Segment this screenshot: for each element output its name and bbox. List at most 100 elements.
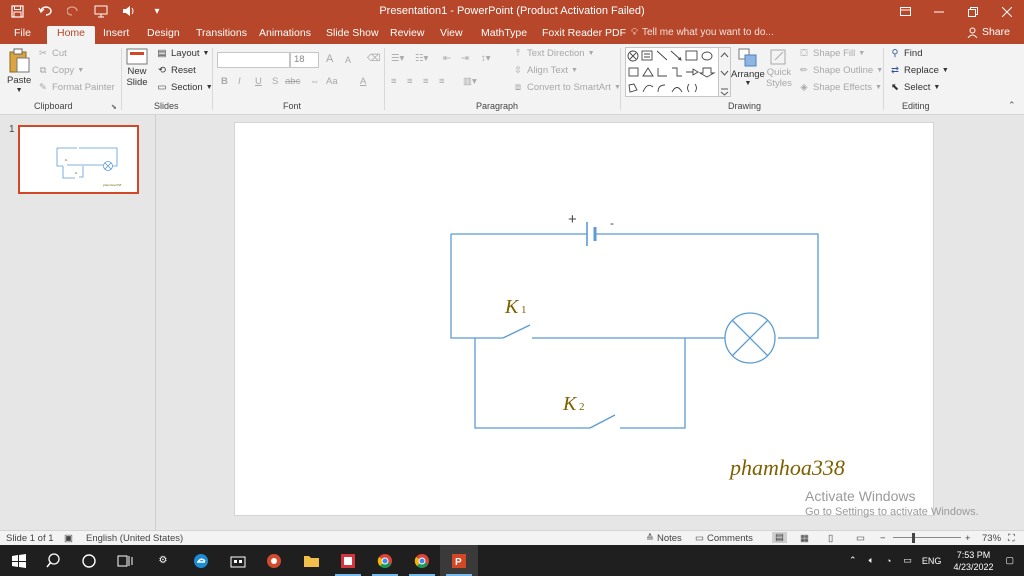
battery-icon[interactable]: ▭ bbox=[903, 555, 912, 566]
section-button[interactable]: ▭ Section ▼ bbox=[156, 82, 213, 93]
find-button[interactable]: ⚲ Find bbox=[889, 48, 923, 59]
app-icon[interactable] bbox=[255, 545, 293, 576]
zoom-in-icon[interactable]: + bbox=[965, 533, 971, 544]
strikethrough-button[interactable]: abc bbox=[285, 76, 300, 87]
new-slide-button[interactable]: New Slide bbox=[126, 48, 148, 88]
zoom-level[interactable]: 73% bbox=[982, 533, 1001, 544]
tab-review[interactable]: Review bbox=[390, 26, 424, 44]
clock[interactable]: 7:53 PM 4/23/2022 bbox=[953, 549, 993, 573]
network-icon[interactable]: ◔ bbox=[886, 556, 891, 566]
file-explorer-icon[interactable] bbox=[292, 545, 330, 576]
slideshow-view-icon[interactable]: ▭ bbox=[856, 533, 865, 544]
tab-home[interactable]: Home bbox=[47, 26, 96, 44]
cut-button[interactable]: ✂ Cut bbox=[37, 48, 67, 59]
justify-icon[interactable]: ≡ bbox=[439, 76, 445, 87]
increase-indent-icon[interactable]: ⇥ bbox=[461, 53, 469, 64]
tab-design[interactable]: Design bbox=[147, 26, 180, 44]
tab-animations[interactable]: Animations bbox=[259, 26, 311, 44]
arrange-label: Arrange bbox=[731, 69, 765, 80]
cortana-icon[interactable] bbox=[70, 545, 108, 576]
tab-insert[interactable]: Insert bbox=[103, 26, 129, 44]
input-language[interactable]: ENG bbox=[922, 556, 942, 566]
dialog-launcher-icon[interactable]: ⬊ bbox=[111, 103, 117, 111]
settings-icon[interactable]: ⚙ bbox=[144, 545, 182, 576]
copy-button[interactable]: ⧉ Copy ▼ bbox=[37, 65, 85, 76]
font-size-box[interactable]: 18 bbox=[290, 52, 319, 68]
share-button[interactable]: Share bbox=[967, 26, 1010, 38]
change-case-button[interactable]: Aa bbox=[326, 76, 338, 87]
align-left-icon[interactable]: ≡ bbox=[391, 76, 397, 87]
numbering-icon[interactable]: ☷▾ bbox=[415, 53, 428, 64]
start-icon[interactable] bbox=[0, 545, 38, 576]
zoom-slider-thumb[interactable] bbox=[912, 533, 915, 543]
italic-button[interactable]: I bbox=[238, 76, 241, 87]
fit-slide-icon[interactable]: ⛶ bbox=[1008, 533, 1015, 544]
shapes-gallery[interactable] bbox=[625, 47, 731, 97]
restore-icon[interactable] bbox=[956, 0, 990, 23]
tell-me-box[interactable]: 💡︎ Tell me what you want to do... bbox=[631, 27, 774, 38]
notification-icon[interactable]: ▢ bbox=[1005, 555, 1014, 566]
shape-effects-button[interactable]: ◈ Shape Effects ▼ bbox=[798, 82, 882, 93]
search-icon[interactable] bbox=[34, 545, 72, 576]
notes-button[interactable]: ≙ Notes bbox=[646, 533, 682, 544]
volume-icon[interactable]: 🔈︎ bbox=[869, 555, 874, 566]
select-button[interactable]: ⬉ Select ▼ bbox=[889, 82, 940, 93]
grow-font-button[interactable]: A bbox=[326, 53, 333, 65]
slide-sorter-icon[interactable]: ▦ bbox=[800, 533, 809, 544]
convert-to-smartart-button[interactable]: ⧈ Convert to SmartArt ▼ bbox=[512, 82, 621, 93]
arrange-button[interactable]: Arrange ▼ bbox=[731, 47, 765, 87]
format-painter-button[interactable]: ✎ Format Painter bbox=[37, 82, 115, 93]
collapse-ribbon-icon[interactable]: ⌃ bbox=[1008, 100, 1016, 111]
tab-view[interactable]: View bbox=[440, 26, 463, 44]
paste-button[interactable]: Paste ▼ bbox=[7, 48, 31, 94]
underline-button[interactable]: U bbox=[255, 76, 262, 87]
zoom-slider[interactable] bbox=[893, 537, 961, 538]
show-hidden-icons-icon[interactable]: ⌃ bbox=[849, 555, 857, 566]
media-app-icon[interactable] bbox=[329, 545, 367, 576]
minimize-icon[interactable] bbox=[922, 0, 956, 23]
slide[interactable]: + - K 1 K 2 phamhoa338 bbox=[234, 122, 934, 516]
bold-button[interactable]: B bbox=[221, 76, 228, 87]
slide-thumbnail[interactable]: K K phamhoa338 bbox=[18, 125, 139, 194]
tab-slide-show[interactable]: Slide Show bbox=[326, 26, 379, 44]
spell-check-icon[interactable]: ▣ bbox=[64, 533, 73, 544]
font-color-button[interactable]: A bbox=[360, 76, 366, 87]
quick-styles-button[interactable]: Quick Styles bbox=[766, 47, 792, 89]
shrink-font-button[interactable]: A bbox=[345, 55, 351, 65]
tab-transitions[interactable]: Transitions bbox=[196, 26, 247, 44]
chrome-icon[interactable] bbox=[366, 545, 404, 576]
shape-outline-button[interactable]: ✏ Shape Outline ▼ bbox=[798, 65, 883, 76]
columns-icon[interactable]: ▥▾ bbox=[463, 76, 477, 87]
store-icon[interactable] bbox=[219, 545, 257, 576]
align-text-button[interactable]: ⇳ Align Text ▼ bbox=[512, 65, 578, 76]
decrease-indent-icon[interactable]: ⇤ bbox=[443, 53, 451, 64]
bullets-icon[interactable]: ☰▾ bbox=[391, 53, 404, 64]
text-shadow-button[interactable]: S bbox=[272, 76, 278, 87]
font-name-box[interactable] bbox=[217, 52, 290, 68]
tab-foxit-reader-pdf[interactable]: Foxit Reader PDF bbox=[542, 26, 626, 44]
replace-button[interactable]: ⇄ Replace ▼ bbox=[889, 65, 949, 76]
language-status[interactable]: English (United States) bbox=[86, 533, 183, 544]
comments-button[interactable]: ▭ Comments bbox=[695, 533, 753, 544]
paintbrush-icon: ✎ bbox=[39, 82, 47, 93]
clear-formatting-icon[interactable]: ⌫ bbox=[367, 53, 380, 64]
text-direction-button[interactable]: ⤒ Text Direction ▼ bbox=[512, 48, 595, 59]
task-view-icon[interactable] bbox=[106, 545, 144, 576]
zoom-out-icon[interactable]: − bbox=[880, 533, 886, 544]
reading-view-icon[interactable]: ▯ bbox=[828, 533, 833, 544]
character-spacing-icon[interactable]: ⇔ bbox=[310, 76, 320, 87]
chrome-icon[interactable] bbox=[403, 545, 441, 576]
ribbon-display-icon[interactable] bbox=[888, 0, 922, 23]
align-center-icon[interactable]: ≡ bbox=[407, 76, 413, 87]
close-icon[interactable] bbox=[990, 0, 1024, 23]
tab-mathtype[interactable]: MathType bbox=[481, 26, 527, 44]
normal-view-icon[interactable]: ▤ bbox=[772, 532, 787, 543]
tab-file[interactable]: File bbox=[14, 26, 31, 44]
line-spacing-icon[interactable]: ↕▾ bbox=[481, 53, 491, 64]
powerpoint-icon[interactable]: P bbox=[440, 545, 478, 576]
shape-fill-button[interactable]: ⛋ Shape Fill ▼ bbox=[798, 48, 865, 59]
align-right-icon[interactable]: ≡ bbox=[423, 76, 429, 87]
reset-button[interactable]: ⟲ Reset bbox=[156, 65, 196, 76]
edge-icon[interactable] bbox=[182, 545, 220, 576]
layout-button[interactable]: ▤ Layout ▼ bbox=[156, 48, 210, 59]
